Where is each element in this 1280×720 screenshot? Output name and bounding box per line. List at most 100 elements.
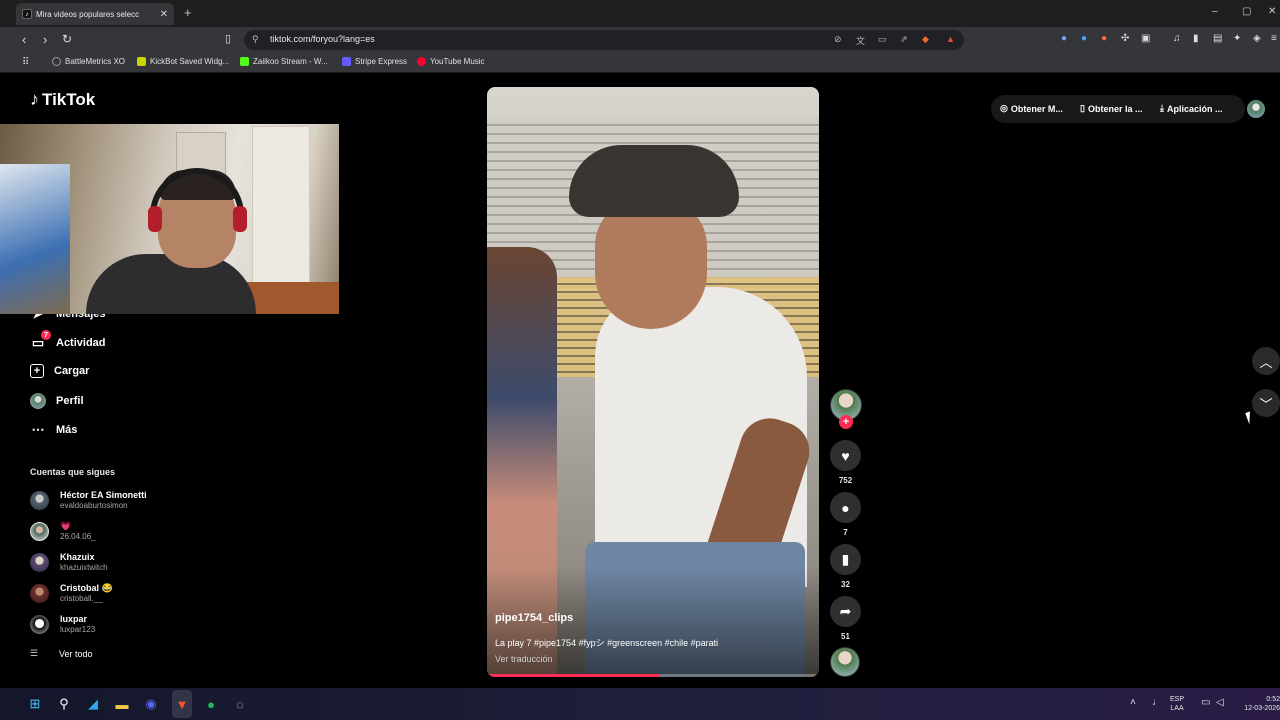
see-translation-link[interactable]: Ver traducción xyxy=(495,654,553,664)
chevron-up-icon[interactable]: ˄ xyxy=(1130,698,1136,708)
streamer xyxy=(86,254,256,314)
video-frame xyxy=(595,199,707,329)
account-item[interactable]: 💗 26.04.06_ xyxy=(30,521,96,542)
video-progress-bar[interactable] xyxy=(487,674,819,677)
comment-count: 7 xyxy=(843,528,848,537)
heart-icon: ♥ xyxy=(841,447,850,464)
brave-icon[interactable]: ▼ xyxy=(174,696,190,712)
address-bar[interactable]: ⚲ tiktok.com/foryou?lang=es ⊘ 文 ▭ ⇗ ◆ ▲ xyxy=(244,30,964,50)
nav-activity[interactable]: ▭ 7 Actividad xyxy=(30,330,106,351)
nav-more[interactable]: ⋯ Más xyxy=(30,422,78,438)
share-icon: ➦ xyxy=(839,603,852,619)
like-button[interactable]: ♥ xyxy=(830,440,861,471)
windows-start-icon[interactable]: ⊞ xyxy=(27,696,43,712)
tiktok-logo[interactable]: ♪ TikTok xyxy=(30,89,95,110)
get-coins-button[interactable]: ◎ Obtener M... xyxy=(1000,103,1063,114)
bookmark-item[interactable]: KickBot Saved Widg... xyxy=(137,57,229,66)
inbox-icon: ▭ 7 xyxy=(30,330,51,351)
previous-video-button[interactable]: ︿ xyxy=(1252,347,1280,375)
tiktok-icon: ♪ xyxy=(30,89,39,109)
nav-profile[interactable]: Perfil xyxy=(30,393,84,409)
browser-tab[interactable]: ♪ Mira videos populares selecc ✕ xyxy=(16,3,174,25)
see-all-link[interactable]: ☰ Ver todo xyxy=(30,648,93,659)
webcam-background xyxy=(252,126,310,286)
video-author[interactable]: pipe1754_clips xyxy=(495,612,573,624)
reload-icon[interactable]: ↻ xyxy=(62,32,72,46)
avatar xyxy=(30,522,49,541)
avatar xyxy=(30,491,49,510)
follow-button[interactable]: + xyxy=(839,415,853,429)
wallet-icon[interactable]: ▤ xyxy=(1213,33,1222,44)
extension-icon[interactable]: ● xyxy=(1101,33,1107,44)
bookmark-item[interactable]: Stripe Express xyxy=(342,57,407,66)
volume-icon[interactable]: ◁ xyxy=(1216,698,1224,708)
bookmark-item[interactable]: YouTube Music xyxy=(417,57,485,66)
forward-icon[interactable]: › xyxy=(43,32,47,47)
music-icon[interactable]: ♫ xyxy=(1173,33,1181,44)
webcam-background xyxy=(0,164,70,314)
url-text[interactable]: tiktok.com/foryou?lang=es xyxy=(270,34,375,44)
upload-icon: + xyxy=(30,364,44,378)
kickbot-icon xyxy=(137,57,146,66)
bookmark-item[interactable]: BattleMetrics XO xyxy=(52,57,125,66)
bookmark-item[interactable]: Zaiikoo Stream - W... xyxy=(240,57,328,66)
language-indicator[interactable]: ESP LAA xyxy=(1170,695,1184,713)
close-tab-icon[interactable]: ✕ xyxy=(160,9,168,20)
tab-title: Mira videos populares selecc xyxy=(36,9,140,19)
new-tab-button[interactable]: + xyxy=(184,5,192,20)
comment-button[interactable]: ● xyxy=(830,492,861,523)
avatar[interactable] xyxy=(1247,100,1265,118)
headset xyxy=(150,168,244,228)
telegram-icon[interactable]: ◢ xyxy=(85,696,101,712)
share-button[interactable]: ➦ xyxy=(830,596,861,627)
close-window-button[interactable]: ✕ xyxy=(1268,6,1276,17)
network-icon[interactable]: ▭ xyxy=(1201,698,1210,708)
get-app-button[interactable]: ▯ Obtener la ... xyxy=(1080,103,1142,114)
avatar xyxy=(30,615,49,634)
menu-icon[interactable]: ≡ xyxy=(1271,33,1277,44)
language-label: ESP xyxy=(1170,696,1185,703)
bookmark-icon[interactable]: ▯ xyxy=(225,32,231,45)
back-icon[interactable]: ‹ xyxy=(22,32,26,47)
account-item[interactable]: luxpar luxpar123 xyxy=(30,614,95,635)
account-item[interactable]: Khazuix khazuixtwitch xyxy=(30,552,108,573)
save-button[interactable]: ▮ xyxy=(830,544,861,575)
account-item[interactable]: Héctor EA Simonetti evaldoaburtosimon xyxy=(30,490,147,511)
extension-icon[interactable]: ● xyxy=(1081,33,1087,44)
discord-icon[interactable]: ◉ xyxy=(143,696,159,712)
browser-tab-bar: ♪ Mira videos populares selecc ✕ + – ▢ ✕ xyxy=(0,0,1280,27)
extension-icon[interactable]: ● xyxy=(1061,33,1067,44)
next-video-button[interactable]: ﹀ xyxy=(1252,389,1280,417)
chevron-down-icon: ﹀ xyxy=(1259,396,1273,412)
sidebar-icon[interactable]: ▮ xyxy=(1193,33,1199,44)
brave-rewards-icon[interactable]: ▲ xyxy=(946,34,955,44)
vpn-icon[interactable]: ◈ xyxy=(1253,33,1261,44)
avatar xyxy=(30,584,49,603)
download-icon: ⤓ xyxy=(1160,103,1164,113)
microphone-icon[interactable]: ♩ xyxy=(1152,698,1162,708)
mute-icon[interactable]: ⊘ xyxy=(834,34,842,45)
account-item[interactable]: Cristobal 😂 cristoball.__ xyxy=(30,583,113,604)
brave-shield-icon[interactable]: ◆ xyxy=(922,34,929,45)
minimize-button[interactable]: – xyxy=(1212,6,1218,17)
cast-icon[interactable]: ▭ xyxy=(878,34,887,45)
tab-search-icon[interactable]: ▣ xyxy=(1141,33,1150,44)
nav-upload[interactable]: + Cargar xyxy=(30,364,89,378)
file-explorer-icon[interactable]: ▬ xyxy=(114,696,130,712)
spotify-icon[interactable]: ● xyxy=(203,696,219,712)
puzzle-icon[interactable]: ✣ xyxy=(1121,33,1129,44)
apps-icon[interactable]: ⠿ xyxy=(22,57,29,68)
restore-button[interactable]: ▢ xyxy=(1242,6,1251,17)
desktop-app-button[interactable]: ⤓ Aplicación ... xyxy=(1160,103,1223,114)
share-icon[interactable]: ⇗ xyxy=(900,34,908,45)
translate-icon[interactable]: 文 xyxy=(856,34,865,47)
app-icon[interactable]: ◌ xyxy=(232,696,248,712)
video-player[interactable]: pipe1754_clips La play 7 #pipe1754 #fypシ… xyxy=(487,87,819,677)
leo-icon[interactable]: ✦ xyxy=(1233,33,1241,44)
site-info-icon[interactable]: ⚲ xyxy=(252,34,259,45)
search-icon[interactable]: ⚲ xyxy=(56,696,72,712)
video-caption: La play 7 #pipe1754 #fypシ #greenscreen #… xyxy=(495,638,719,648)
bookmarks-bar: ⠿ BattleMetrics XO KickBot Saved Widg...… xyxy=(0,53,1280,73)
music-disc[interactable] xyxy=(830,647,860,677)
clock[interactable]: 0:52 12-03-2026 xyxy=(1236,695,1280,713)
